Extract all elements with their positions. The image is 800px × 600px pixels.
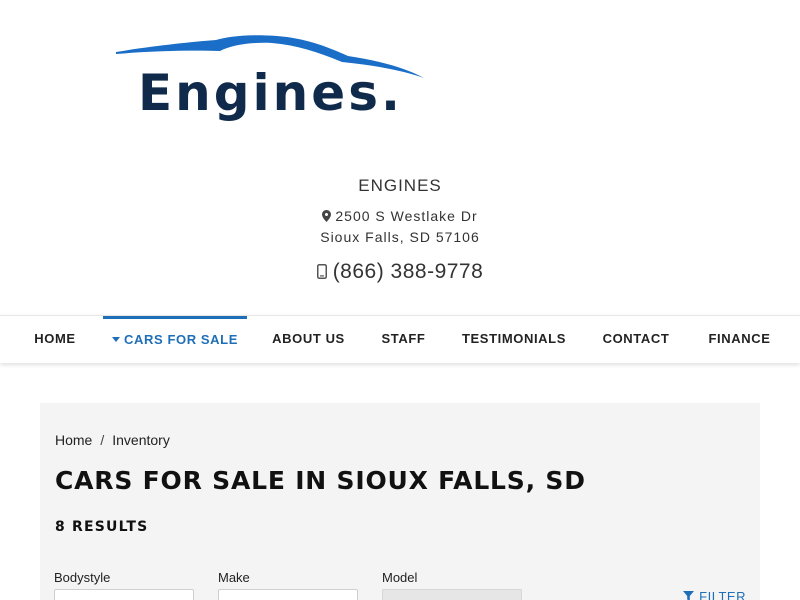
bodystyle-label: Bodystyle: [54, 570, 111, 585]
make-label: Make: [218, 570, 250, 585]
nav-label: HOME: [34, 331, 76, 346]
nav-label: FINANCE: [708, 331, 771, 346]
nav-label: CONTACT: [602, 331, 670, 346]
caret-down-icon: [112, 337, 120, 342]
site-logo[interactable]: Engines.: [112, 32, 432, 132]
nav-item-staff[interactable]: STAFF: [372, 316, 435, 364]
breadcrumb-separator: /: [100, 432, 105, 448]
inventory-panel: Home / Inventory CARS FOR SALE IN SIOUX FA…: [40, 403, 760, 600]
breadcrumb-inventory-link[interactable]: Inventory: [112, 432, 170, 448]
nav-item-home[interactable]: HOME: [22, 316, 88, 364]
nav-item-about-us[interactable]: ABOUT US: [262, 316, 355, 364]
page-title: CARS FOR SALE IN SIOUX FALLS, SD: [55, 466, 586, 495]
model-label: Model: [382, 570, 418, 585]
dealer-address[interactable]: 2500 S Westlake Dr Sioux Falls, SD 57106: [0, 206, 800, 248]
phone-number: (866) 388-9778: [332, 260, 484, 283]
results-count: 8 RESULTS: [55, 519, 149, 535]
address-line-1: 2500 S Westlake Dr: [335, 208, 478, 224]
dealer-phone[interactable]: (866) 388-9778: [0, 260, 800, 284]
nav-label: STAFF: [381, 331, 426, 346]
bodystyle-select[interactable]: [54, 589, 194, 600]
map-pin-icon: [322, 210, 332, 222]
make-select[interactable]: [218, 589, 358, 600]
nav-label: TESTIMONIALS: [462, 331, 566, 346]
nav-label: CARS FOR SALE: [124, 332, 238, 347]
dealer-name: ENGINES: [358, 176, 442, 195]
address-line-2: Sioux Falls, SD 57106: [320, 229, 480, 245]
breadcrumb-home-link[interactable]: Home: [55, 432, 92, 448]
mobile-phone-icon: [316, 264, 327, 279]
funnel-icon: [683, 591, 695, 600]
nav-item-testimonials[interactable]: TESTIMONIALS: [452, 316, 576, 364]
filter-button-label: FILTER: [699, 589, 746, 600]
logo-wordmark: Engines.: [138, 64, 403, 122]
main-nav: HOME CARS FOR SALE ABOUT US STAFF TESTIM…: [0, 315, 800, 363]
breadcrumb: Home / Inventory: [55, 432, 170, 448]
filter-button[interactable]: FILTER: [683, 589, 746, 600]
model-select[interactable]: [382, 589, 522, 600]
nav-item-cars-for-sale[interactable]: CARS FOR SALE: [103, 316, 247, 364]
nav-label: ABOUT US: [272, 331, 345, 346]
nav-item-finance[interactable]: FINANCE: [698, 316, 781, 364]
nav-item-contact[interactable]: CONTACT: [592, 316, 680, 364]
